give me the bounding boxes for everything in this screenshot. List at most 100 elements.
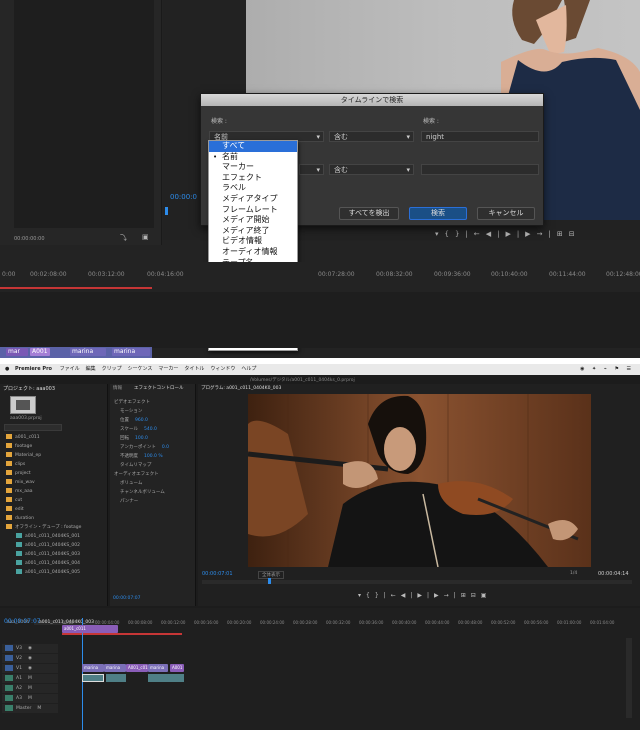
operator-dropdown-1[interactable]: 含む ▾	[329, 131, 414, 142]
menu-bar-item[interactable]: シーケンス	[128, 366, 153, 372]
program-scrub-bar[interactable]	[202, 580, 632, 584]
project-search-field[interactable]	[4, 424, 62, 431]
menu-item[interactable]: メディアタイプ	[209, 194, 297, 205]
project-list-item[interactable]: a001_c011	[0, 434, 108, 442]
menu-item[interactable]: オーディオ情報	[209, 247, 297, 258]
effect-value[interactable]: 0.0	[162, 445, 169, 450]
effect-value[interactable]: 960.0	[135, 418, 148, 423]
step-forward-icon[interactable]: |▶	[517, 230, 537, 238]
step-forward-icon[interactable]: |▶	[427, 592, 444, 599]
work-area-bar[interactable]	[0, 287, 152, 289]
menu-item[interactable]: エフェクト	[209, 173, 297, 184]
source-settings-icon[interactable]: ⤵	[120, 233, 127, 243]
operator-dropdown-2[interactable]: 含む ▾	[329, 164, 414, 175]
effect-row[interactable]: 回転 100.0	[114, 434, 194, 443]
project-list-item[interactable]: clips	[0, 461, 108, 469]
property-dropdown-2[interactable]: ▾	[299, 164, 324, 175]
effect-controls-tab[interactable]: エフェクトコントロール	[134, 385, 184, 391]
out-point-icon[interactable]: }	[455, 230, 465, 238]
project-list-item[interactable]: a001_c011_0404KS_005	[0, 569, 108, 577]
effect-row[interactable]: タイムリマップ	[114, 461, 194, 470]
in-point-icon[interactable]: {	[366, 592, 375, 599]
play-icon[interactable]: ▶	[505, 230, 516, 238]
menu-bar-item[interactable]: タイトル	[184, 366, 204, 372]
app-name[interactable]: Premiere Pro	[15, 366, 52, 372]
menu-item[interactable]: メディア終了	[209, 226, 297, 237]
project-list-item[interactable]: a001_c011_0404KS_003	[0, 551, 108, 559]
extract-icon[interactable]: ⊟	[471, 592, 481, 599]
apple-icon[interactable]: ●	[5, 366, 9, 372]
menu-item[interactable]: ビデオ情報	[209, 236, 297, 247]
cancel-button[interactable]: キャンセル	[477, 207, 535, 220]
step-back-icon[interactable]: ◀|	[401, 592, 418, 599]
project-list-item[interactable]: a001_c011_0404KS_002	[0, 542, 108, 550]
marker-icon[interactable]: ▾	[435, 230, 445, 238]
menu-item[interactable]: • 名前	[209, 152, 297, 163]
project-list-item[interactable]: footage	[0, 443, 108, 451]
lift-icon[interactable]: ⊞	[461, 592, 471, 599]
effect-row[interactable]: アンカーポイント 0.0	[114, 443, 194, 452]
timeline-clip[interactable]: A001	[170, 664, 184, 672]
menu-bar-item[interactable]: ヘルプ	[241, 366, 256, 372]
go-to-in-icon[interactable]: |←	[384, 592, 401, 599]
find-all-button[interactable]: すべてを検出	[339, 207, 399, 220]
program-tab[interactable]: プログラム: a001_c011_0404K0_003	[201, 385, 281, 391]
effect-value[interactable]: 540.0	[144, 427, 157, 432]
source-export-icon[interactable]: ▣	[142, 233, 149, 241]
project-list-item[interactable]: cut	[0, 497, 108, 505]
effect-row[interactable]: オーディオエフェクト	[114, 470, 194, 479]
effect-row[interactable]: チャンネルボリューム	[114, 488, 194, 497]
project-list-item[interactable]: duration	[0, 515, 108, 523]
track-clip[interactable]: marina	[70, 348, 106, 356]
menu-bar-item[interactable]: クリップ	[102, 366, 122, 372]
extract-icon[interactable]: ⊟	[569, 230, 581, 238]
find-button[interactable]: 検索	[409, 207, 467, 220]
timeline-vertical-scrollbar[interactable]	[626, 638, 632, 718]
menu-bar-item[interactable]: 編集	[86, 366, 96, 372]
project-list-item[interactable]: mix_wav	[0, 479, 108, 487]
menu-item[interactable]: マーカー	[209, 162, 297, 173]
lift-icon[interactable]: ⊞	[557, 230, 569, 238]
effect-row[interactable]: 位置 960.0	[114, 416, 194, 425]
effect-row[interactable]: ボリューム	[114, 479, 194, 488]
menu-item[interactable]: メディア開始	[209, 215, 297, 226]
menu-bar-item[interactable]: ファイル	[60, 366, 80, 372]
go-to-in-icon[interactable]: |←	[465, 230, 485, 238]
out-point-icon[interactable]: }	[375, 592, 384, 599]
track-clip[interactable]: A001	[30, 348, 50, 356]
audio-clip[interactable]	[82, 674, 104, 682]
project-list-item[interactable]: オフライン・デュープ : footage	[0, 524, 108, 532]
program-playhead-marker[interactable]	[165, 207, 168, 215]
export-frame-icon[interactable]: ▣	[481, 592, 492, 599]
info-tab[interactable]: 情報	[113, 385, 122, 391]
project-list-item[interactable]: project	[0, 470, 108, 478]
timeline-clip[interactable]: marina	[148, 664, 168, 672]
project-list-item[interactable]: Material_ep	[0, 452, 108, 460]
track-clip[interactable]: marina	[112, 348, 150, 356]
menu-item[interactable]: ラベル	[209, 183, 297, 194]
project-list-item[interactable]: a001_c011_0404KS_001	[0, 533, 108, 541]
effect-row[interactable]: 不透明度 100.0 %	[114, 452, 194, 461]
menu-bar-item[interactable]: マーカー	[158, 366, 178, 372]
timeline-clip[interactable]: marina	[104, 664, 126, 672]
program-playhead[interactable]	[268, 578, 271, 584]
audio-clip[interactable]	[148, 674, 184, 682]
project-list-item[interactable]: a001_c011_0404KS_004	[0, 560, 108, 568]
fit-dropdown[interactable]: 全体表示	[258, 571, 284, 579]
timeline-clip[interactable]: a001_c011	[62, 625, 118, 633]
in-point-icon[interactable]: {	[445, 230, 455, 238]
play-icon[interactable]: ▶	[417, 592, 427, 599]
menu-item[interactable]: すべて	[209, 141, 297, 152]
timeline-clip[interactable]: A001_c01	[126, 664, 148, 672]
resolution-dropdown[interactable]: 1/4	[570, 571, 577, 576]
go-to-out-icon[interactable]: →|	[444, 592, 461, 599]
marker-icon[interactable]: ▾	[358, 592, 366, 599]
effect-row[interactable]: パンナー	[114, 497, 194, 506]
menu-bar-item[interactable]: ウィンドウ	[210, 366, 235, 372]
track-clip[interactable]: mar	[6, 348, 28, 356]
project-tab[interactable]: プロジェクト: aaa003	[3, 385, 55, 392]
effect-row[interactable]: モーション	[114, 407, 194, 416]
audio-clip[interactable]	[106, 674, 126, 682]
search-text-field-1[interactable]: night	[421, 131, 539, 142]
step-back-icon[interactable]: ◀|	[486, 230, 506, 238]
